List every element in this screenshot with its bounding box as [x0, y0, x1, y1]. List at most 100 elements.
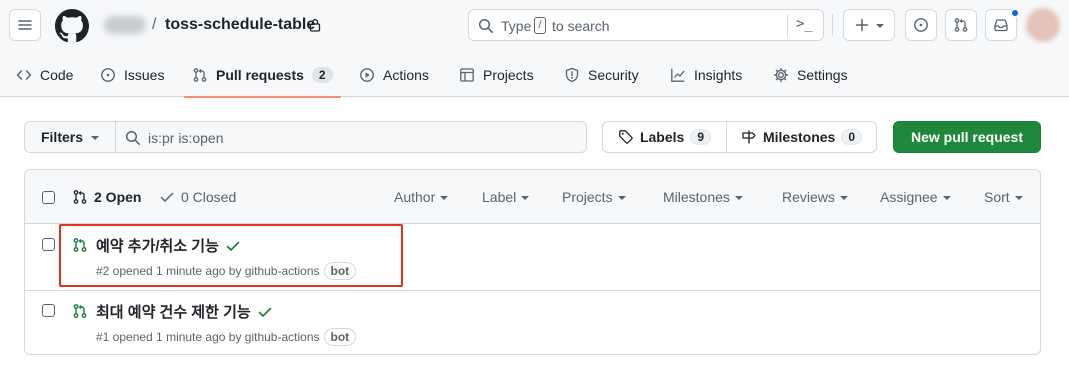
repo-name-link[interactable]: toss-schedule-table — [165, 16, 315, 34]
hamburger-icon — [17, 17, 33, 33]
chevron-down-icon — [1014, 196, 1023, 200]
pr-meta: #1 opened 1 minute ago by github-actions… — [96, 328, 357, 346]
filters-button[interactable]: Filters — [24, 121, 116, 153]
inbox-icon — [993, 17, 1009, 33]
header-divider — [832, 14, 833, 36]
chevron-down-icon — [839, 196, 848, 200]
check-icon — [159, 189, 175, 205]
search-shortcut-key: / — [534, 17, 546, 34]
sorter-label: Sort — [984, 189, 1010, 205]
tab-label: Issues — [124, 66, 165, 83]
chevron-down-icon — [521, 196, 530, 200]
search-icon — [478, 18, 494, 34]
shield-icon — [564, 67, 580, 83]
notification-dot — [1010, 8, 1020, 18]
user-avatar[interactable] — [1026, 8, 1060, 42]
pull-request-list: 2 Open 0 Closed Author Label Projects Mi… — [24, 169, 1041, 355]
tab-pull-requests[interactable]: Pull requests 2 — [184, 52, 341, 98]
git-pull-request-icon — [192, 67, 208, 83]
select-all-checkbox[interactable] — [42, 191, 55, 204]
tab-projects[interactable]: Projects — [459, 52, 534, 97]
tab-counter: 2 — [311, 66, 333, 83]
lock-icon — [309, 18, 321, 32]
tab-label: Projects — [483, 66, 534, 83]
closed-count-label: 0 Closed — [181, 189, 237, 205]
milestone-icon — [741, 129, 757, 145]
projects-filter[interactable]: Projects — [562, 189, 626, 205]
pr-search-input[interactable]: is:pr is:open — [115, 121, 587, 153]
tab-security[interactable]: Security — [564, 52, 639, 97]
author-filter[interactable]: Author — [394, 189, 449, 205]
top-bar: / toss-schedule-table Type / to search >… — [0, 0, 1069, 52]
gear-icon — [773, 67, 789, 83]
repo-nav: Code Issues Pull requests 2 Actions Proj… — [0, 52, 1069, 98]
bot-badge: bot — [323, 262, 357, 280]
chevron-down-icon — [617, 196, 626, 200]
labels-count: 9 — [690, 129, 712, 145]
milestones-label: Milestones — [762, 129, 836, 145]
search-placeholder-prefix: Type — [501, 18, 532, 34]
open-filter-link[interactable]: 2 Open — [72, 189, 141, 205]
bot-badge: bot — [323, 328, 357, 346]
tab-code[interactable]: Code — [16, 52, 73, 97]
tab-settings[interactable]: Settings — [773, 52, 848, 97]
tab-issues[interactable]: Issues — [100, 52, 164, 97]
chevron-down-icon — [440, 196, 449, 200]
chevron-down-icon — [91, 136, 99, 140]
menu-button[interactable] — [9, 9, 41, 41]
pr-title-link[interactable]: 예약 추가/취소 기능 — [96, 235, 241, 256]
plus-icon — [854, 17, 870, 33]
pr-title: 최대 예약 건수 제한 기능 — [96, 304, 251, 321]
global-search-input[interactable]: Type / to search >_ — [468, 9, 824, 41]
labels-button[interactable]: Labels 9 — [602, 121, 727, 153]
github-logo-icon[interactable] — [55, 9, 89, 43]
milestones-count: 0 — [841, 129, 863, 145]
pr-meta-text: #1 opened 1 minute ago by github-actions — [96, 330, 320, 344]
label-filter[interactable]: Label — [482, 189, 530, 205]
git-pull-request-open-icon — [72, 237, 88, 253]
check-status-icon[interactable] — [225, 238, 241, 254]
sorter-label: Milestones — [663, 189, 730, 205]
repo-header: / toss-schedule-table Type / to search >… — [0, 0, 1069, 98]
repo-owner-blurred[interactable] — [104, 16, 146, 34]
chevron-down-icon — [942, 196, 951, 200]
open-count-label: 2 Open — [94, 189, 142, 205]
list-item: 최대 예약 건수 제한 기능 #1 opened 1 minute ago by… — [25, 290, 1040, 354]
closed-filter-link[interactable]: 0 Closed — [159, 189, 236, 205]
table-icon — [459, 67, 475, 83]
tab-insights[interactable]: Insights — [670, 52, 742, 97]
check-status-icon[interactable] — [257, 304, 273, 320]
search-placeholder-suffix: to search — [552, 18, 610, 34]
tab-actions[interactable]: Actions — [359, 52, 429, 97]
tag-icon — [618, 129, 634, 145]
play-icon — [359, 67, 375, 83]
row-checkbox[interactable] — [42, 304, 55, 317]
sorter-label: Reviews — [782, 189, 835, 205]
chevron-down-icon — [876, 24, 884, 28]
breadcrumb-separator: / — [152, 16, 157, 33]
milestones-filter[interactable]: Milestones — [663, 189, 743, 205]
row-checkbox[interactable] — [42, 238, 55, 251]
labels-label: Labels — [639, 129, 685, 145]
sorter-label: Projects — [562, 189, 613, 205]
pr-meta-text: #2 opened 1 minute ago by github-actions — [96, 264, 320, 278]
tab-label: Code — [40, 66, 74, 83]
new-pull-request-button[interactable]: New pull request — [893, 121, 1041, 153]
list-item: 예약 추가/취소 기능 #2 opened 1 minute ago by gi… — [25, 224, 1040, 290]
sort-dropdown[interactable]: Sort — [984, 189, 1023, 205]
tab-label: Security — [588, 66, 639, 83]
assignee-filter[interactable]: Assignee — [880, 189, 951, 205]
tab-label: Pull requests — [216, 66, 304, 83]
reviews-filter[interactable]: Reviews — [782, 189, 848, 205]
search-icon — [125, 130, 141, 146]
issue-opened-icon — [913, 17, 929, 33]
issues-button[interactable] — [905, 9, 937, 41]
graph-icon — [670, 67, 686, 83]
git-pull-request-icon — [953, 17, 969, 33]
command-palette-icon[interactable]: >_ — [796, 16, 813, 32]
pr-title-link[interactable]: 최대 예약 건수 제한 기능 — [96, 301, 273, 322]
milestones-button[interactable]: Milestones 0 — [726, 121, 877, 153]
pr-search-query: is:pr is:open — [148, 130, 224, 146]
create-new-button[interactable] — [843, 9, 895, 41]
pull-requests-button[interactable] — [945, 9, 977, 41]
